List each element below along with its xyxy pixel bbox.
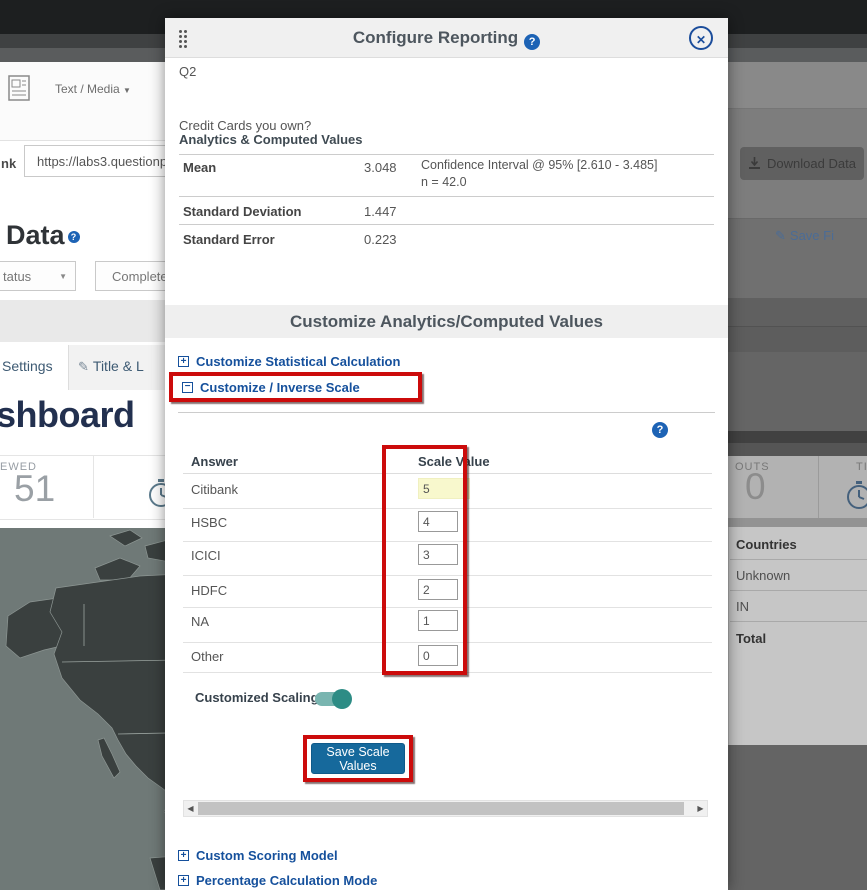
modal-title: Configure Reporting?: [165, 28, 728, 50]
stat-label: Mean: [183, 160, 216, 175]
pencil-icon: ✎: [78, 359, 89, 374]
tab-settings[interactable]: Settings: [2, 358, 53, 374]
right-band: [728, 518, 867, 527]
row-divider: [730, 590, 867, 591]
annotation-box-inverse-scale: − Customize / Inverse Scale: [169, 372, 422, 402]
download-data-label: Download Data: [767, 156, 856, 171]
stat-note: n = 42.0: [421, 175, 467, 189]
answer-label: HDFC: [191, 583, 227, 598]
dashboard-heading-fragment: shboard: [0, 394, 135, 436]
customized-scaling-toggle[interactable]: [315, 692, 349, 706]
tab-title-logo[interactable]: ✎Title & L: [78, 358, 144, 375]
expand-icon: +: [178, 875, 189, 886]
download-icon: [748, 157, 761, 170]
analytics-stats-table: Mean 3.048 Confidence Interval @ 95% [2.…: [179, 154, 714, 304]
row-divider: [179, 196, 714, 197]
answer-label: Other: [191, 649, 224, 664]
expand-icon: +: [178, 356, 189, 367]
collapse-icon: −: [182, 382, 193, 393]
answer-label: HSBC: [191, 515, 227, 530]
help-icon[interactable]: ?: [524, 34, 540, 50]
text-media-icon: [8, 74, 30, 102]
tile-divider: [93, 455, 94, 518]
right-band: [728, 298, 867, 327]
help-icon[interactable]: ?: [652, 422, 668, 438]
answer-label: Citibank: [191, 482, 238, 497]
expand-icon: +: [178, 850, 189, 861]
text-media-dropdown[interactable]: Text / Media ▼: [55, 82, 131, 96]
chevron-down-icon: ▼: [123, 86, 131, 95]
answer-label: ICICI: [191, 548, 221, 563]
configure-reporting-modal: Configure Reporting? ✕ Q2 Credit Cards y…: [165, 18, 728, 890]
status-dropdown-label: tatus: [3, 269, 31, 284]
save-link-fragment[interactable]: ✎Save Fi: [775, 228, 834, 244]
row-divider: [730, 559, 867, 560]
question-code: Q2: [179, 64, 196, 79]
section-custom-scoring-model[interactable]: + Custom Scoring Model: [178, 848, 338, 863]
tile-divider: [818, 456, 819, 518]
countries-header: Countries: [736, 537, 797, 552]
toggle-knob: [332, 689, 352, 709]
question-text: Credit Cards you own?: [179, 118, 311, 133]
right-band: [728, 745, 867, 890]
text-media-label: Text / Media: [55, 82, 120, 96]
customize-section-heading: Customize Analytics/Computed Values: [165, 305, 728, 338]
divider: [178, 412, 715, 413]
answer-column-header: Answer: [191, 454, 238, 469]
scroll-left-icon[interactable]: ◀: [184, 801, 197, 816]
dropouts-tile-value: 0: [745, 466, 766, 508]
stat-value: 3.048: [364, 160, 397, 175]
analytics-heading: Analytics & Computed Values: [179, 132, 363, 147]
right-band: [728, 352, 867, 431]
section-percentage-calculation-mode[interactable]: + Percentage Calculation Mode: [178, 873, 377, 888]
stat-label: Standard Deviation: [183, 204, 301, 219]
scrollbar-thumb[interactable]: [198, 802, 684, 815]
download-data-button[interactable]: Download Data: [740, 147, 864, 180]
horizontal-scrollbar[interactable]: ◀ ▶: [183, 800, 708, 817]
data-page-title: Data?: [6, 220, 80, 251]
right-band: [728, 443, 867, 456]
right-band: [728, 431, 867, 443]
link-label-fragment: nk: [1, 156, 16, 171]
screen: Text / Media ▼ nk https://labs3.question…: [0, 0, 867, 890]
chevron-down-icon: ▼: [59, 272, 67, 281]
close-icon[interactable]: ✕: [689, 26, 713, 50]
stat-value: 1.447: [364, 204, 397, 219]
customized-scaling-label: Customized Scaling: [195, 690, 319, 705]
row-divider: [179, 154, 714, 155]
row-divider: [730, 621, 867, 622]
time-tile-label: TI: [856, 461, 867, 473]
section-customize-statistical[interactable]: + Customize Statistical Calculation: [178, 354, 400, 369]
save-scale-values-button[interactable]: Save Scale Values: [311, 743, 405, 774]
row-divider: [179, 224, 714, 225]
section-band: [0, 300, 165, 342]
viewed-tile-value: 51: [14, 468, 55, 510]
countries-total-row: Total: [736, 631, 766, 646]
answer-label: NA: [191, 614, 209, 629]
stat-value: 0.223: [364, 232, 397, 247]
status-dropdown[interactable]: tatus ▼: [0, 261, 76, 291]
annotation-box-scale-column: [382, 445, 467, 675]
country-row: Unknown: [736, 568, 790, 583]
scroll-right-icon[interactable]: ▶: [694, 801, 707, 816]
stat-note: Confidence Interval @ 95% [2.610 - 3.485…: [421, 158, 657, 172]
stat-label: Standard Error: [183, 232, 275, 247]
help-icon[interactable]: ?: [68, 231, 80, 243]
right-band: [728, 327, 867, 352]
stopwatch-icon: [846, 480, 867, 512]
tab-divider: [68, 345, 69, 390]
right-band: [728, 62, 867, 109]
section-customize-inverse-scale[interactable]: − Customize / Inverse Scale: [182, 380, 360, 395]
country-row: IN: [736, 599, 749, 614]
pencil-icon: ✎: [775, 228, 786, 243]
